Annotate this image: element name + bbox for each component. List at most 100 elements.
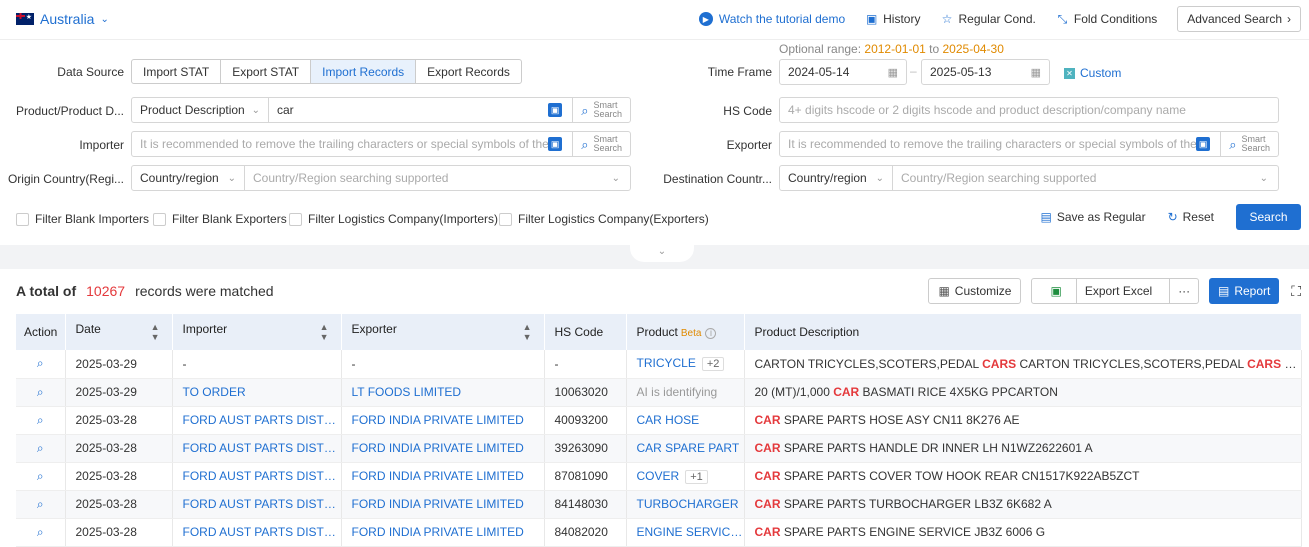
search-form: Data Source Import STAT Export STAT Impo… <box>0 0 1309 245</box>
customize-button[interactable]: ▦ Customize <box>928 278 1022 304</box>
filter-blank-importers[interactable]: Filter Blank Importers <box>16 212 149 226</box>
header-date[interactable]: Date ▲ ▼ <box>65 314 173 350</box>
exporter-input[interactable]: It is recommended to remove the trailing… <box>780 137 1196 151</box>
row-date: 2025-03-28 <box>65 434 173 463</box>
header-importer-label: Importer <box>182 322 228 336</box>
destination-country-input[interactable]: Country/Region searching supported <box>893 171 1260 185</box>
header-exporter[interactable]: Exporter ▲ ▼ <box>341 314 545 350</box>
row-importer[interactable]: FORD AUST PARTS DISTRIB... <box>172 406 342 435</box>
row-exporter[interactable]: FORD INDIA PRIVATE LIMITED <box>341 490 545 519</box>
more-products-badge[interactable]: +2 <box>701 357 725 372</box>
row-product[interactable]: TURBOCHARGER <box>626 490 745 519</box>
row-exporter[interactable]: FORD INDIA PRIVATE LIMITED <box>341 406 545 435</box>
search-icon[interactable]: ⌕ <box>37 385 44 399</box>
row-importer[interactable]: FORD AUST PARTS DISTRIB... <box>172 462 342 491</box>
collapse-toggle[interactable]: ⌄ <box>630 245 694 262</box>
row-importer: - <box>172 350 342 379</box>
chevron-down-icon: ⌄ <box>657 246 667 257</box>
filter-logistics-importers[interactable]: Filter Logistics Company(Importers) <box>289 212 498 226</box>
origin-country-input[interactable]: Country/Region searching supported <box>245 171 612 185</box>
custom-range-link[interactable]: ✕ Custom <box>1064 66 1121 80</box>
hs-code-input[interactable]: 4+ digits hscode or 2 digits hscode and … <box>779 97 1279 123</box>
customize-icon: ▦ <box>938 284 950 298</box>
row-product[interactable]: CAR HOSE <box>626 406 745 435</box>
smart-search-button[interactable]: ⌕ Smart Search <box>1220 132 1278 156</box>
row-importer[interactable]: FORD AUST PARTS DISTRIB... <box>172 490 342 519</box>
filter-blank-exporters[interactable]: Filter Blank Exporters <box>153 212 287 226</box>
filter-logistics-exporters[interactable]: Filter Logistics Company(Exporters) <box>499 212 709 226</box>
fullscreen-icon[interactable]: ⛶ <box>1291 283 1301 300</box>
header-importer[interactable]: Importer ▲ ▼ <box>172 314 342 350</box>
product-label: Product/Product D... <box>15 104 124 118</box>
info-icon[interactable]: i <box>705 328 717 339</box>
smart-search-button[interactable]: ⌕ Smart Search <box>572 98 630 122</box>
checkbox[interactable] <box>153 212 166 226</box>
row-exporter[interactable]: LT FOODS LIMITED <box>341 378 545 407</box>
search-icon[interactable]: ⌕ <box>37 413 44 427</box>
date-end-input[interactable]: 2025-05-13 ▦ <box>921 59 1050 85</box>
sort-icon[interactable]: ▲ ▼ <box>151 322 160 342</box>
origin-country-select[interactable]: Country/region ⌄ <box>132 166 245 190</box>
search-icon[interactable]: ⌕ <box>37 469 44 483</box>
header-hs-label: HS Code <box>554 325 604 339</box>
checkbox[interactable] <box>16 212 29 226</box>
source-export-records[interactable]: Export Records <box>416 60 521 83</box>
header-product: Product Beta i <box>626 314 745 350</box>
smart-search-button[interactable]: ⌕ Smart Search <box>572 132 630 156</box>
sort-icon[interactable]: ▲ ▼ <box>320 322 329 342</box>
row-action: ⌕ <box>16 518 66 547</box>
checkbox[interactable] <box>289 212 302 226</box>
search-icon[interactable]: ⌕ <box>37 441 44 455</box>
row-product[interactable]: COVER +1 <box>626 462 745 491</box>
save-icon: ▤ <box>1040 210 1052 224</box>
source-import-records[interactable]: Import Records <box>311 60 417 83</box>
results-count: 10267 <box>86 283 126 299</box>
image-search-icon[interactable]: ▣ <box>1196 137 1211 151</box>
save-regular-button[interactable]: ▤ Save as Regular <box>1041 210 1146 224</box>
source-import-stat[interactable]: Import STAT <box>132 60 222 83</box>
row-exporter[interactable]: FORD INDIA PRIVATE LIMITED <box>341 518 545 547</box>
row-importer[interactable]: FORD AUST PARTS DISTRIB... <box>172 434 342 463</box>
importer-input[interactable]: It is recommended to remove the trailing… <box>132 137 548 151</box>
header-date-label: Date <box>75 322 101 336</box>
excel-icon: ▣ <box>1050 284 1062 298</box>
row-product[interactable]: TRICYCLE +2 <box>626 350 745 379</box>
date-start-input[interactable]: 2024-05-14 ▦ <box>779 59 907 85</box>
table-row: ⌕ 2025-03-29 TO ORDER LT FOODS LIMITED 10063… <box>16 378 1302 407</box>
row-product[interactable]: CAR SPARE PART <box>626 434 745 463</box>
row-hs-code: 87081090 <box>544 462 627 491</box>
row-exporter[interactable]: FORD INDIA PRIVATE LIMITED <box>341 462 545 491</box>
row-importer[interactable]: TO ORDER <box>172 378 342 407</box>
filter-label: Filter Blank Importers <box>35 212 150 226</box>
search-icon[interactable]: ⌕ <box>37 356 44 370</box>
header-action: Action <box>16 314 66 350</box>
time-frame-label: Time Frame <box>707 65 772 79</box>
report-button[interactable]: ▤ Report <box>1209 278 1280 304</box>
image-search-icon[interactable]: ▣ <box>548 137 563 151</box>
records-table: Action Date ▲ ▼ Importer ▲ ▼ Exporter ▲ ▼ HS C… <box>16 314 1302 547</box>
row-description: CARTON TRICYCLES,SCOTERS,PEDAL CARS CART… <box>744 350 1302 379</box>
reset-button[interactable]: ↻ Reset <box>1168 210 1214 224</box>
smart-text-2: Search <box>1241 143 1270 153</box>
export-excel-button[interactable]: ▣ Export Excel <box>1032 279 1169 303</box>
checkbox[interactable] <box>499 212 512 226</box>
row-hs-code: 84082020 <box>544 518 627 547</box>
results-prefix: A total of <box>16 283 77 299</box>
source-export-stat[interactable]: Export STAT <box>221 60 312 83</box>
header-hs-code: HS Code <box>544 314 627 350</box>
search-icon[interactable]: ⌕ <box>37 525 44 539</box>
more-products-badge[interactable]: +1 <box>685 469 708 484</box>
custom-label: Custom <box>1080 66 1122 80</box>
row-product[interactable]: ENGINE SERVICE ... <box>626 518 745 547</box>
row-importer[interactable]: FORD AUST PARTS DISTRIB... <box>172 518 342 547</box>
destination-country-select[interactable]: Country/region ⌄ <box>780 166 893 190</box>
sort-icon[interactable]: ▲ ▼ <box>523 322 532 342</box>
origin-select-value: Country/region <box>140 171 219 185</box>
product-input[interactable]: car <box>269 103 548 117</box>
more-options-button[interactable]: ··· <box>1169 279 1198 303</box>
search-button[interactable]: Search <box>1236 204 1301 230</box>
image-search-icon[interactable]: ▣ <box>548 103 563 117</box>
search-icon[interactable]: ⌕ <box>37 497 44 511</box>
row-exporter[interactable]: FORD INDIA PRIVATE LIMITED <box>341 434 545 463</box>
product-type-select[interactable]: Product Description ⌄ <box>132 98 269 122</box>
